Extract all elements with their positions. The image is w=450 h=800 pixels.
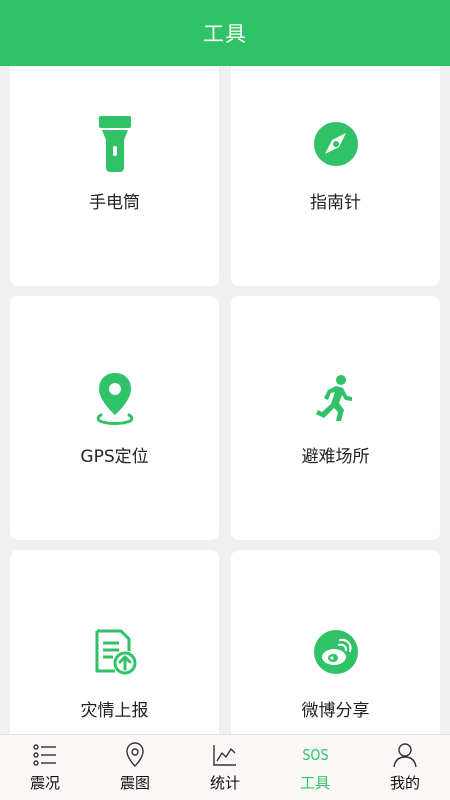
app-header: 工具 xyxy=(0,0,450,66)
sos-icon-text: SOS xyxy=(301,746,329,764)
tool-label: 手电筒 xyxy=(89,193,140,213)
tab-label: 统计 xyxy=(209,774,240,792)
tool-card-report[interactable]: 灾情上报 xyxy=(10,550,219,734)
tab-label: 我的 xyxy=(389,774,420,792)
running-person-icon xyxy=(312,370,360,426)
tab-label: 工具 xyxy=(299,774,330,792)
tool-card-gps[interactable]: GPS定位 xyxy=(10,296,219,540)
list-icon xyxy=(33,741,57,769)
tool-card-weibo[interactable]: 微博分享 xyxy=(231,550,440,734)
tab-label: 震图 xyxy=(119,774,150,792)
map-pin-icon xyxy=(125,741,145,769)
tab-earthquakes[interactable]: 震况 xyxy=(0,735,90,800)
report-upload-icon xyxy=(91,624,139,680)
tool-card-compass[interactable]: 指南针 xyxy=(231,66,440,286)
tab-tools[interactable]: SOS 工具 xyxy=(270,735,360,800)
bottom-tab-bar: 震况 震图 统计 SOS 工具 我的 xyxy=(0,734,450,800)
tab-statistics[interactable]: 统计 xyxy=(180,735,270,800)
flashlight-icon xyxy=(91,116,139,172)
tool-card-flashlight[interactable]: 手电筒 xyxy=(10,66,219,286)
tool-label: 指南针 xyxy=(310,193,361,213)
chart-icon xyxy=(213,741,237,769)
user-icon xyxy=(393,741,417,769)
tool-label: GPS定位 xyxy=(80,447,149,467)
tools-grid: 手电筒 指南针 GPS定位 避难场所 灾情上报 微博分享 xyxy=(0,66,450,734)
sos-icon: SOS xyxy=(300,741,331,769)
page-title: 工具 xyxy=(203,22,247,46)
tab-map[interactable]: 震图 xyxy=(90,735,180,800)
tool-label: 避难场所 xyxy=(301,447,370,467)
tab-label: 震况 xyxy=(29,774,60,792)
weibo-icon xyxy=(312,624,360,680)
compass-icon xyxy=(312,116,360,172)
tool-label: 微博分享 xyxy=(301,701,370,721)
tool-label: 灾情上报 xyxy=(80,701,149,721)
location-pin-icon xyxy=(91,370,139,426)
tool-card-shelter[interactable]: 避难场所 xyxy=(231,296,440,540)
tab-profile[interactable]: 我的 xyxy=(360,735,450,800)
